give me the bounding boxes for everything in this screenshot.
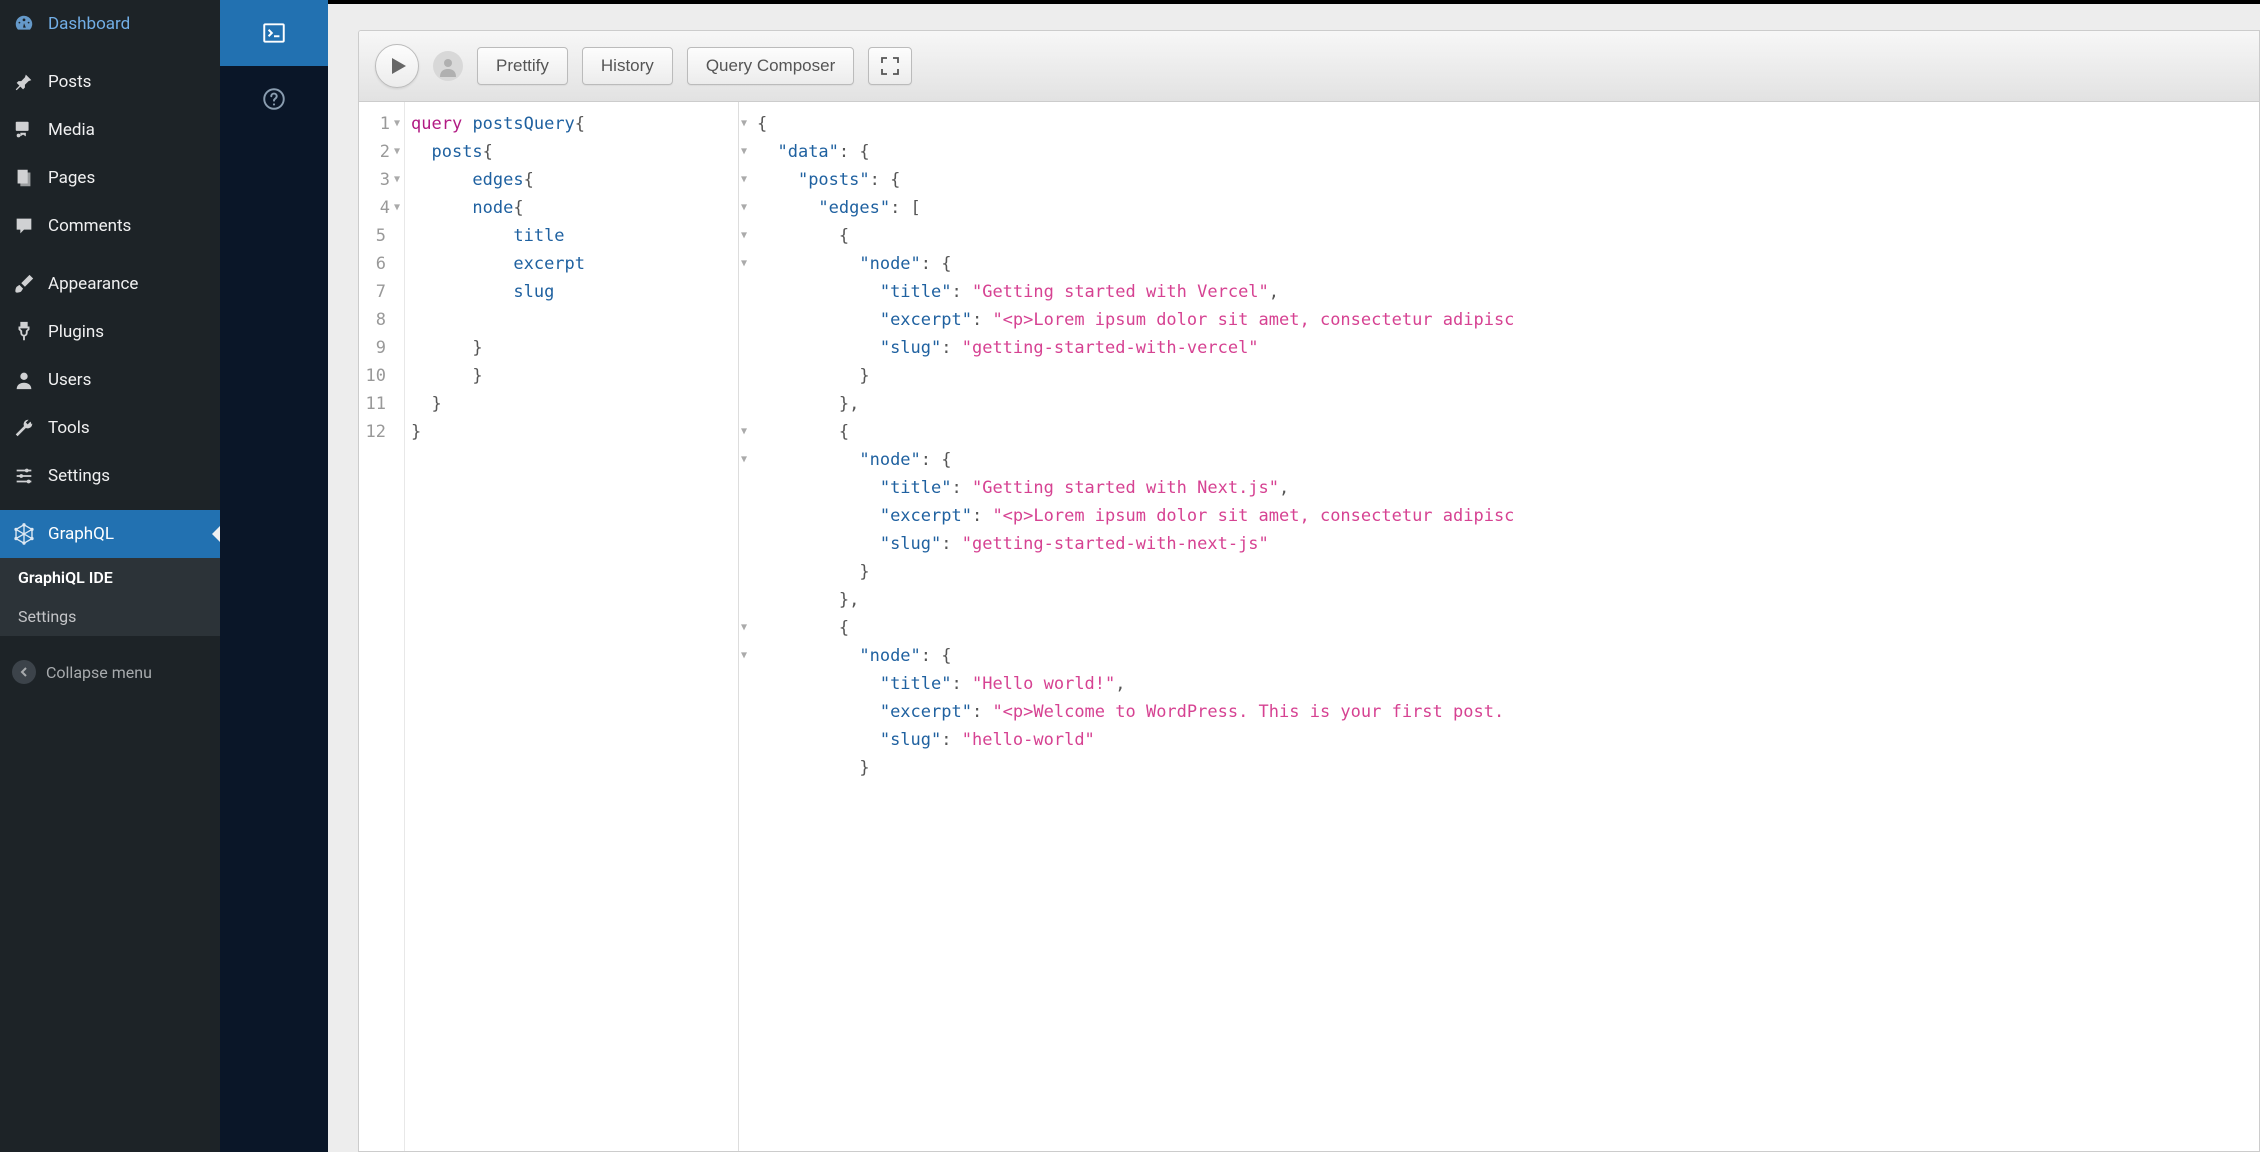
pages-icon [12,166,36,190]
wp-admin-sidebar: Dashboard Posts Media Pages Comments Appearan… [0,0,220,1152]
menu-label: Settings [48,466,110,486]
menu-label: Comments [48,216,131,236]
play-icon [392,58,406,74]
menu-label: GraphQL [48,524,114,544]
menu-label: Pages [48,168,95,188]
submenu-graphiql-ide[interactable]: GraphiQL IDE [0,558,220,597]
result-code: { "data": { "posts": { "edges": [ { "nod… [751,102,2259,1151]
ide-sidebar [220,0,328,1152]
graphiql-container: Prettify History Query Composer 1▼2▼3▼4▼… [358,30,2260,1152]
menu-label: Plugins [48,322,104,342]
wp-menu-plugins[interactable]: Plugins [0,308,220,356]
wp-menu-media[interactable]: Media [0,106,220,154]
execute-button[interactable] [375,44,419,88]
sliders-icon [12,464,36,488]
wp-menu-users[interactable]: Users [0,356,220,404]
plug-icon [12,320,36,344]
menu-label: Dashboard [48,14,130,34]
wp-menu-pages[interactable]: Pages [0,154,220,202]
query-code[interactable]: query postsQuery{ posts{ edges{ node{ ti… [405,102,738,1151]
wp-menu-tools[interactable]: Tools [0,404,220,452]
graphql-submenu: GraphiQL IDESettings [0,558,220,636]
menu-label: Tools [48,418,90,438]
wp-menu-comments[interactable]: Comments [0,202,220,250]
ide-tab-explorer[interactable] [220,0,328,66]
collapse-menu-button[interactable]: Collapse menu [0,646,220,698]
dashboard-icon [12,12,36,36]
ide-tab-help[interactable] [220,66,328,132]
main-content: Prettify History Query Composer 1▼2▼3▼4▼… [328,0,2260,1152]
query-gutter: 1▼2▼3▼4▼56789101112 [359,102,405,1151]
collapse-icon [12,660,36,684]
menu-label: Users [48,370,91,390]
menu-label: Media [48,120,95,140]
collapse-label: Collapse menu [46,663,152,682]
menu-label: Appearance [48,274,138,294]
history-button[interactable]: History [582,47,673,85]
brush-icon [12,272,36,296]
graphiql-toolbar: Prettify History Query Composer [359,31,2259,102]
prettify-button[interactable]: Prettify [477,47,568,85]
user-avatar[interactable] [433,51,463,81]
wp-menu-posts[interactable]: Posts [0,58,220,106]
query-composer-button[interactable]: Query Composer [687,47,854,85]
comments-icon [12,214,36,238]
media-icon [12,118,36,142]
help-icon [261,86,287,112]
wp-menu-graphql[interactable]: GraphQL [0,510,220,558]
fullscreen-button[interactable] [868,47,912,85]
user-icon [12,368,36,392]
result-gutter: ▼▼▼▼▼▼▼▼▼▼ [739,102,751,1151]
submenu-settings[interactable]: Settings [0,597,220,636]
query-editor[interactable]: 1▼2▼3▼4▼56789101112 query postsQuery{ po… [359,102,739,1151]
terminal-icon [261,20,287,46]
fullscreen-icon [881,57,899,75]
wp-menu-appearance[interactable]: Appearance [0,260,220,308]
result-viewer: ▼▼▼▼▼▼▼▼▼▼ { "data": { "posts": { "edges… [739,102,2259,1151]
wrench-icon [12,416,36,440]
avatar-icon [437,55,459,77]
wp-menu-settings[interactable]: Settings [0,452,220,500]
wp-menu-dashboard[interactable]: Dashboard [0,0,220,48]
menu-label: Posts [48,72,91,92]
pin-icon [12,70,36,94]
graphql-icon [12,522,36,546]
